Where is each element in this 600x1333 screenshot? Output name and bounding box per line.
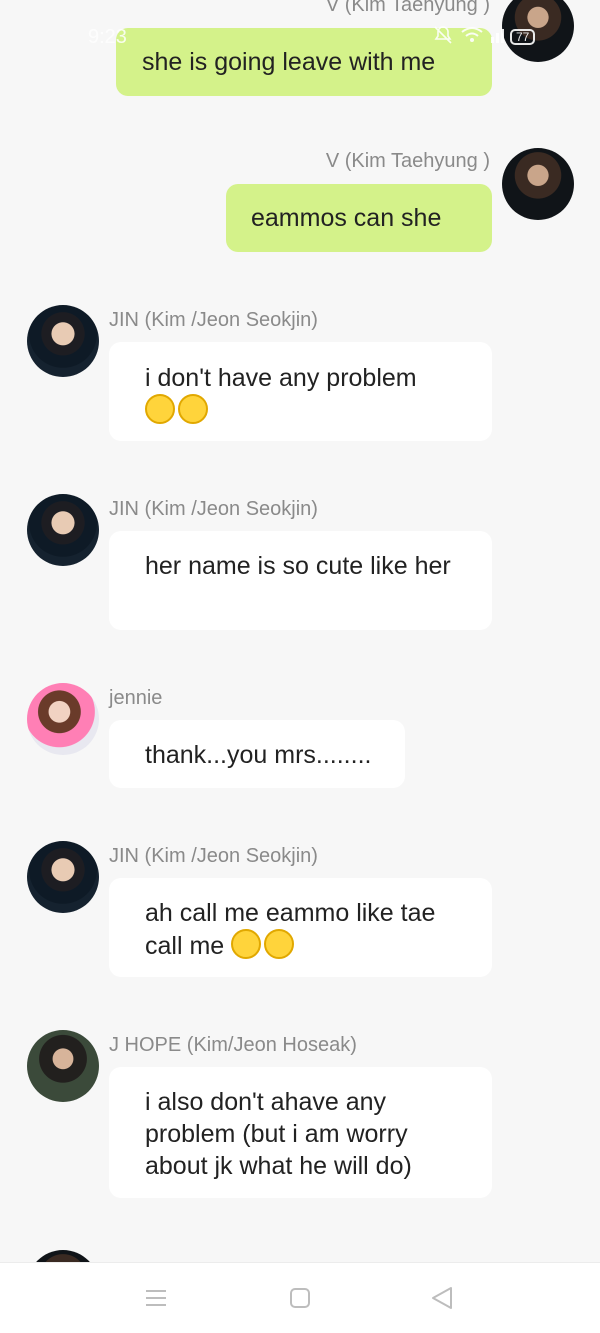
message-text: thank...you mrs........ bbox=[145, 741, 372, 769]
smiling-emoji-icon bbox=[231, 929, 262, 959]
message-bubble[interactable]: eammos can she bbox=[226, 184, 492, 252]
sender-name: jennie bbox=[109, 687, 163, 709]
partial-avatar[interactable] bbox=[27, 1250, 99, 1262]
v-avatar[interactable] bbox=[502, 0, 574, 62]
home-square-icon[interactable] bbox=[289, 1285, 315, 1311]
chat-message-list[interactable]: V (Kim Taehyung ) she is going leave wit… bbox=[0, 0, 600, 1262]
message-text: eammos can she bbox=[251, 204, 442, 232]
message-text: i also don't ahave any problem (but i am… bbox=[145, 1088, 412, 1180]
menu-icon[interactable] bbox=[145, 1285, 171, 1311]
message-text: i don't have any problem bbox=[145, 364, 417, 392]
jhope-avatar[interactable] bbox=[27, 1030, 99, 1102]
sender-name: JIN (Kim /Jeon Seokjin) bbox=[109, 309, 318, 331]
sender-name: J HOPE (Kim/Jeon Hoseak) bbox=[109, 1034, 357, 1056]
message-bubble[interactable]: her name is so cute like her bbox=[109, 531, 492, 630]
back-triangle-icon[interactable] bbox=[430, 1285, 456, 1311]
v-avatar[interactable] bbox=[502, 148, 574, 220]
message-bubble[interactable]: i also don't ahave any problem (but i am… bbox=[109, 1067, 492, 1198]
jin-avatar[interactable] bbox=[27, 841, 99, 913]
smiling-emoji-icon bbox=[264, 929, 295, 959]
message-text: she is going leave with me bbox=[142, 48, 436, 76]
message-bubble[interactable]: i don't have any problem bbox=[109, 342, 492, 441]
sender-name: V (Kim Taehyung ) bbox=[325, 0, 490, 16]
message-bubble[interactable]: thank...you mrs........ bbox=[109, 720, 405, 788]
smiling-emoji-icon bbox=[178, 394, 208, 424]
smiling-emoji-icon bbox=[145, 394, 175, 424]
system-navigation-bar bbox=[0, 1262, 600, 1333]
message-text: her name is so cute like her bbox=[145, 552, 451, 580]
message-bubble[interactable]: ah call me eammo like tae call me bbox=[109, 878, 492, 977]
jin-avatar[interactable] bbox=[27, 305, 99, 377]
sender-name: JIN (Kim /Jeon Seokjin) bbox=[109, 845, 318, 867]
jennie-avatar[interactable] bbox=[27, 683, 99, 755]
sender-name: V (Kim Taehyung ) bbox=[325, 150, 490, 172]
jin-avatar[interactable] bbox=[27, 494, 99, 566]
message-bubble[interactable]: she is going leave with me bbox=[116, 28, 492, 96]
sender-name: JIN (Kim /Jeon Seokjin) bbox=[109, 498, 318, 520]
